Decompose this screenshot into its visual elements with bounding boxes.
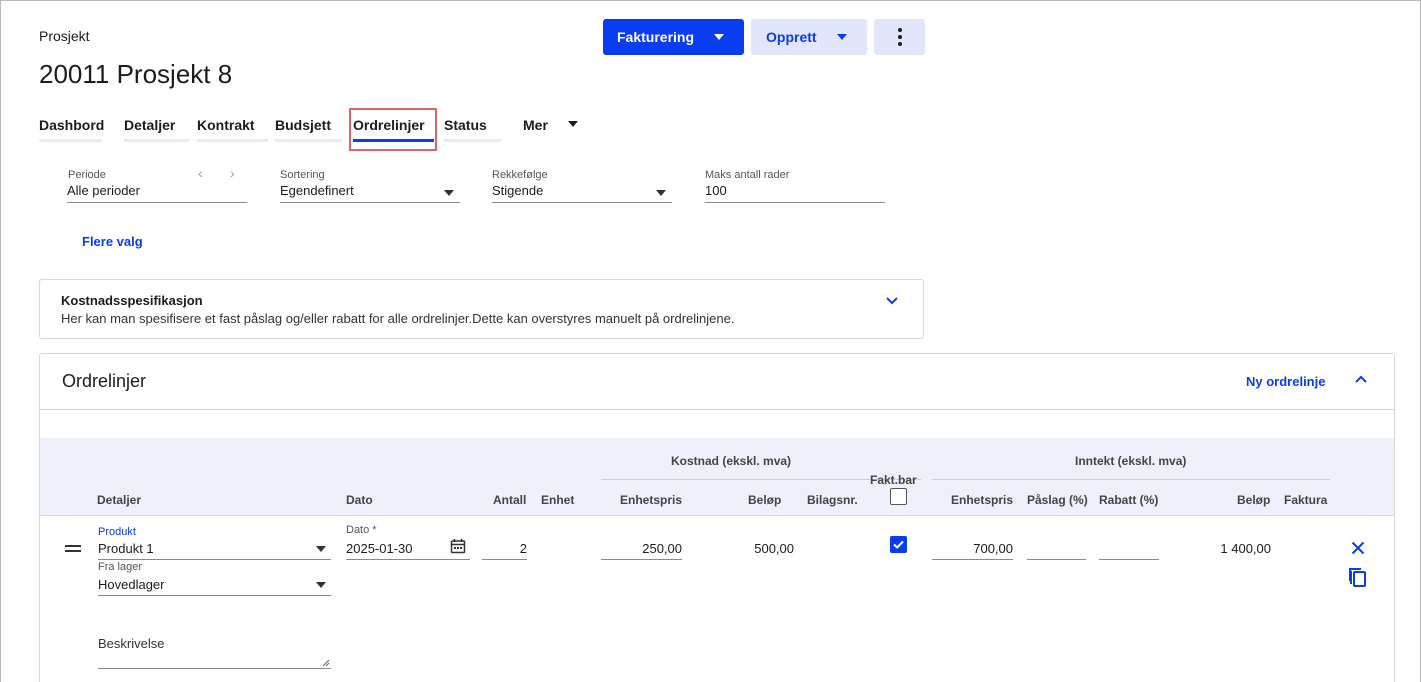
column-header-cost-unit-price: Enhetspris: [620, 493, 683, 507]
income-amount: 1 400,00: [1220, 541, 1271, 556]
tab-budsjett[interactable]: Budsjett: [275, 117, 342, 142]
more-options-link[interactable]: Flere valg: [82, 234, 143, 249]
description-label: Beskrivelse: [98, 636, 165, 651]
description-input[interactable]: [98, 668, 331, 669]
column-header-details: Detaljer: [97, 493, 142, 507]
resize-handle-icon[interactable]: [322, 659, 330, 667]
max-rows-value: 100: [705, 183, 727, 198]
divider: [482, 559, 527, 560]
discount-input[interactable]: [1099, 559, 1159, 560]
order-value: Stigende: [492, 183, 544, 198]
more-actions-button[interactable]: [874, 19, 925, 55]
chevron-right-icon[interactable]: ›: [230, 165, 235, 181]
group-header-income: Inntekt (ekskl. mva): [1075, 454, 1187, 468]
cost-unit-price-input[interactable]: 250,00: [601, 541, 682, 556]
divider: [40, 515, 1394, 516]
column-header-invoice: Faktura: [1284, 493, 1328, 507]
divider: [98, 559, 331, 560]
drag-handle-icon[interactable]: [65, 545, 81, 553]
checkmark-icon: [893, 540, 904, 549]
column-header-quantity: Antall: [493, 493, 527, 507]
sorting-label: Sortering: [280, 169, 325, 181]
new-order-line-button[interactable]: Ny ordrelinje: [1246, 374, 1325, 389]
tab-label: Dashbord: [39, 117, 105, 133]
close-icon[interactable]: [1351, 541, 1365, 555]
divider: [601, 559, 682, 560]
divider: [932, 559, 1013, 560]
cost-amount: 500,00: [754, 541, 794, 556]
chevron-up-icon[interactable]: [1354, 374, 1368, 384]
chevron-down-icon: [568, 121, 578, 127]
tab-dashbord[interactable]: Dashbord: [39, 117, 105, 142]
kebab-menu-icon: [897, 28, 902, 46]
chevron-left-icon[interactable]: ‹: [198, 165, 203, 181]
tab-label: Budsjett: [275, 117, 331, 133]
dropdown-arrow-icon: [444, 190, 454, 196]
select-all-billable-checkbox[interactable]: [890, 488, 907, 505]
period-select[interactable]: Alle perioder: [67, 183, 247, 203]
breadcrumb[interactable]: Prosjekt: [39, 28, 90, 44]
create-button-label: Opprett: [766, 29, 817, 45]
column-header-date: Dato: [346, 493, 373, 507]
quantity-input[interactable]: 2: [482, 541, 527, 556]
cost-spec-title: Kostnadsspesifikasjon: [61, 293, 203, 308]
warehouse-label: Fra lager: [98, 561, 143, 573]
column-header-markup: Påslag (%): [1027, 493, 1088, 507]
date-label: Dato *: [346, 524, 377, 536]
period-label: Periode: [68, 169, 106, 181]
billable-checkbox[interactable]: [890, 536, 907, 553]
column-header-discount: Rabatt (%): [1099, 493, 1159, 507]
product-select[interactable]: Produkt 1: [98, 541, 154, 556]
product-label: Produkt: [98, 526, 136, 538]
order-lines-panel: Ordrelinjer Ny ordrelinje Kostnad (ekskl…: [39, 353, 1395, 682]
app-window: Prosjekt 20011 Prosjekt 8 Fakturering Op…: [0, 0, 1421, 682]
column-header-cost-amount: Beløp: [748, 493, 782, 507]
sorting-select[interactable]: Egendefinert: [280, 183, 460, 203]
chevron-down-icon: [837, 34, 847, 40]
date-input[interactable]: 2025-01-30: [346, 541, 413, 556]
tab-status[interactable]: Status: [444, 117, 501, 142]
chevron-down-icon: [714, 34, 724, 40]
group-header-cost: Kostnad (ekskl. mva): [671, 454, 792, 468]
order-lines-title: Ordrelinjer: [62, 371, 147, 391]
tab-kontrakt[interactable]: Kontrakt: [197, 117, 268, 142]
sorting-value: Egendefinert: [280, 183, 354, 198]
warehouse-select[interactable]: Hovedlager: [98, 577, 165, 592]
max-rows-label: Maks antall rader: [705, 169, 790, 181]
tab-label: Status: [444, 117, 487, 133]
column-header-voucher: Bilagsnr.: [807, 493, 858, 507]
tab-label: Detaljer: [124, 117, 176, 133]
divider: [932, 479, 1330, 480]
divider: [98, 595, 331, 596]
period-value: Alle perioder: [67, 183, 140, 198]
column-header-income-amount: Beløp: [1237, 493, 1271, 507]
tab-detaljer[interactable]: Detaljer: [124, 117, 189, 142]
copy-icon[interactable]: [1348, 567, 1367, 587]
cost-specification-panel: Kostnadsspesifikasjon Her kan man spesif…: [39, 279, 924, 339]
create-button[interactable]: Opprett: [751, 19, 867, 55]
max-rows-input[interactable]: 100: [705, 183, 885, 203]
table-header: [40, 438, 1394, 515]
active-tab-highlight: [349, 108, 437, 151]
invoicing-button-label: Fakturering: [617, 29, 695, 45]
tab-label: Kontrakt: [197, 117, 255, 133]
tab-label: Mer: [523, 117, 548, 133]
dropdown-arrow-icon: [316, 582, 326, 588]
markup-input[interactable]: [1027, 559, 1086, 560]
divider: [40, 409, 1394, 410]
page-title: 20011 Prosjekt 8: [39, 59, 233, 89]
dropdown-arrow-icon: [316, 546, 326, 552]
divider: [346, 559, 470, 560]
income-unit-price-input[interactable]: 700,00: [932, 541, 1013, 556]
column-header-unit: Enhet: [541, 493, 575, 507]
dropdown-arrow-icon: [656, 190, 666, 196]
column-header-billable: Fakt.bar: [870, 473, 917, 487]
cost-spec-description: Her kan man spesifisere et fast påslag o…: [61, 311, 735, 326]
calendar-icon[interactable]: [450, 538, 466, 554]
chevron-down-icon[interactable]: [885, 296, 899, 306]
invoicing-button[interactable]: Fakturering: [603, 19, 744, 55]
order-select[interactable]: Stigende: [492, 183, 672, 203]
order-label: Rekkefølge: [492, 169, 548, 181]
column-header-income-unit-price: Enhetspris: [951, 493, 1014, 507]
